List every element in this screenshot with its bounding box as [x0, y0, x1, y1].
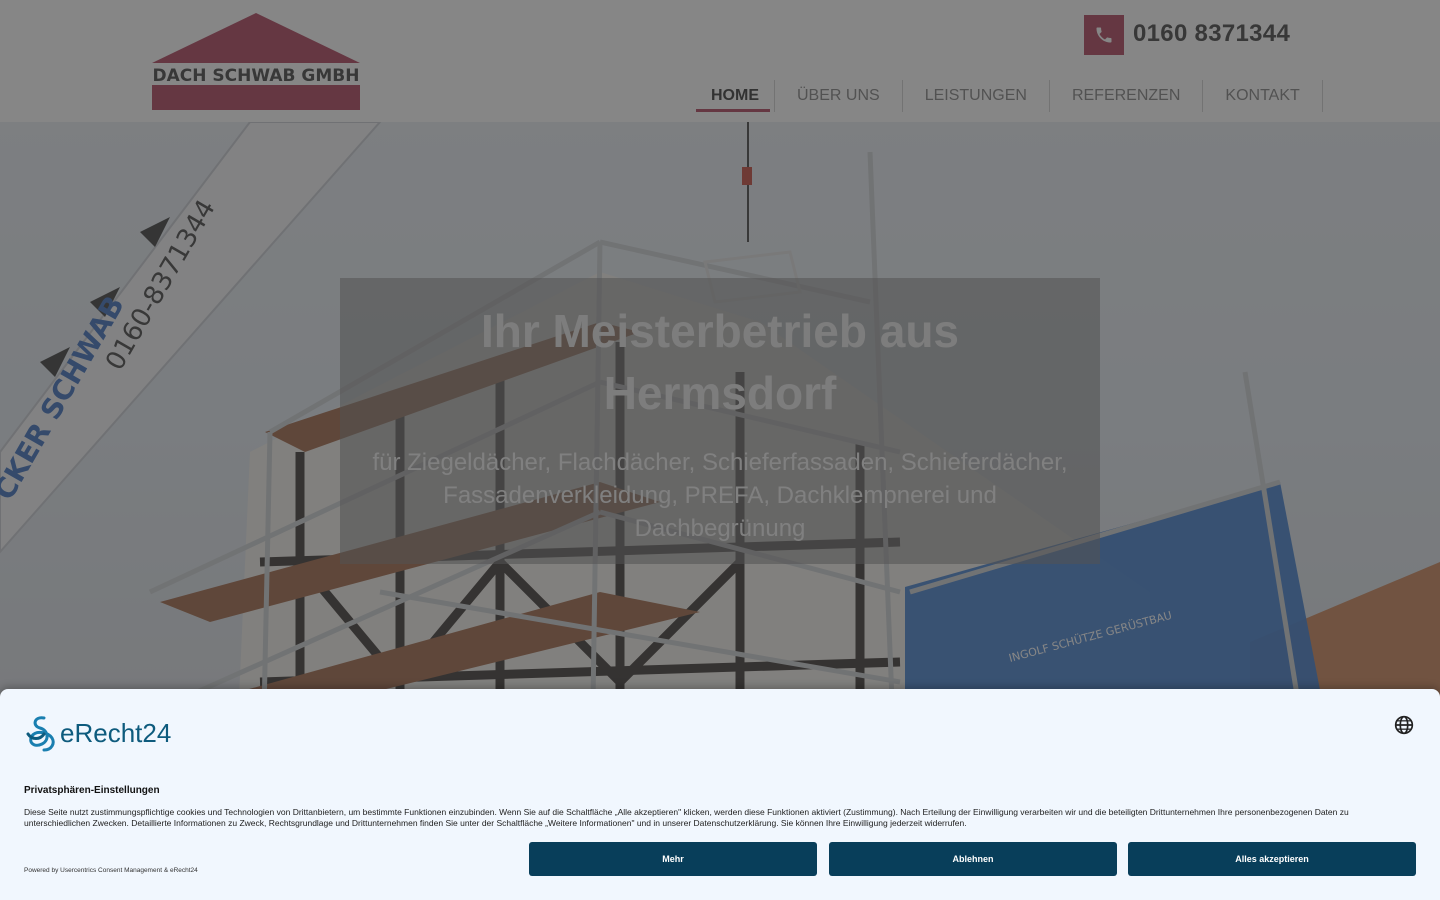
main-navigation: HOME ÜBER UNS LEISTUNGEN REFERENZEN KONT… [696, 80, 1323, 112]
nav-item-leistungen[interactable]: LEISTUNGEN [903, 80, 1050, 112]
consent-description: Diese Seite nutzt zustimmungspflichtige … [24, 807, 1349, 828]
company-logo[interactable]: DACH SCHWAB GMBH [152, 13, 360, 110]
powered-by-text[interactable]: Powered by Usercentrics Consent Manageme… [24, 867, 198, 874]
nav-item-kontakt[interactable]: KONTAKT [1203, 80, 1323, 112]
hero-subtitle: für Ziegeldächer, Flachdächer, Schieferf… [372, 449, 1068, 542]
phone-icon[interactable] [1084, 15, 1124, 55]
phone-number[interactable]: 0160 8371344 [1133, 20, 1290, 48]
nav-item-home[interactable]: HOME [696, 80, 775, 112]
consent-banner: eRecht24 Privatsphären-Einstellungen Die… [0, 689, 1440, 900]
hero-text-box: Ihr Meisterbetrieb aus Hermsdorf für Zie… [340, 278, 1100, 564]
nav-item-referenzen[interactable]: REFERENZEN [1050, 80, 1204, 112]
nav-item-ueber-uns[interactable]: ÜBER UNS [775, 80, 903, 112]
logo-text: DACH SCHWAB GMBH [153, 66, 360, 86]
decline-button[interactable]: Ablehnen [829, 842, 1117, 876]
consent-title: Privatsphären-Einstellungen [24, 785, 160, 796]
globe-icon[interactable] [1394, 715, 1414, 735]
erecht24-brand: eRecht24 [60, 717, 172, 748]
site-header: DACH SCHWAB GMBH 0160 8371344 HOME ÜBER … [0, 0, 1440, 122]
erecht24-symbol-icon [26, 716, 55, 752]
accept-all-button[interactable]: Alles akzeptieren [1128, 842, 1416, 876]
hero-title: Ihr Meisterbetrieb aus Hermsdorf [480, 305, 960, 419]
more-button[interactable]: Mehr [529, 842, 817, 876]
erecht24-logo: eRecht24 [24, 713, 171, 753]
